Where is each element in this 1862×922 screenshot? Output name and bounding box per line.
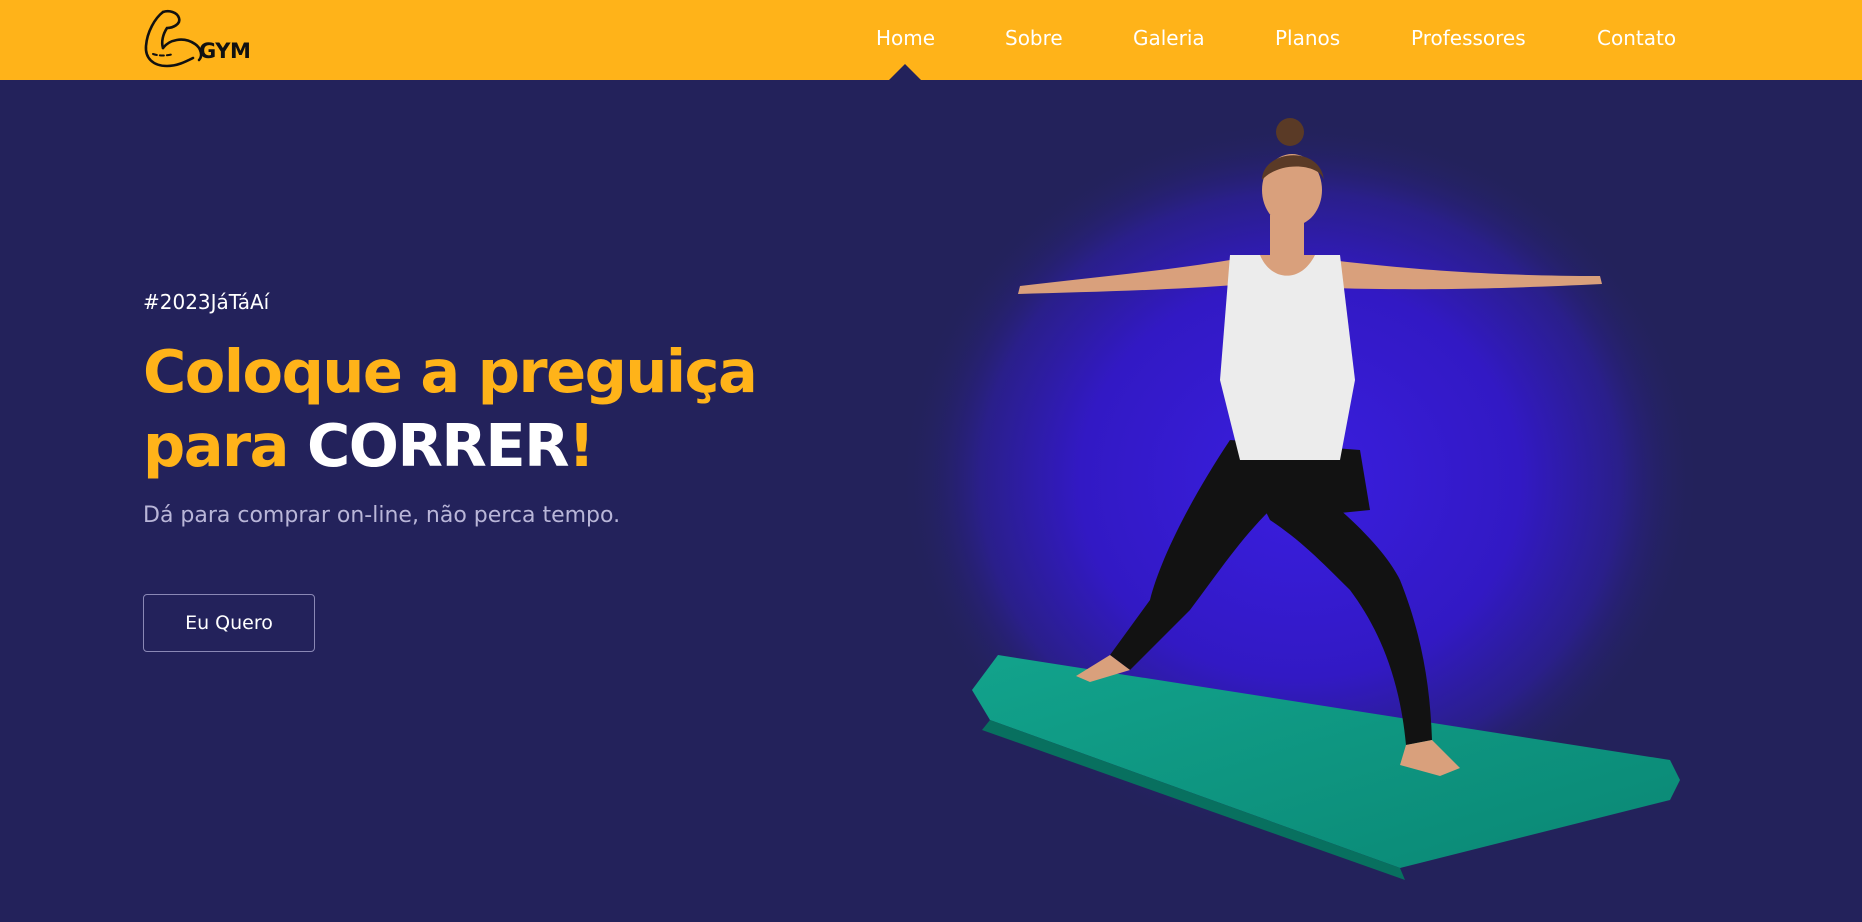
hero-image — [900, 80, 1720, 922]
nav-item-sobre[interactable]: Sobre — [1005, 26, 1063, 50]
nav-item-galeria[interactable]: Galeria — [1133, 26, 1205, 50]
hero-headline: Coloque a preguiça para CORRER! — [143, 335, 758, 483]
nav-item-contato[interactable]: Contato — [1597, 26, 1676, 50]
main-nav: Home Sobre Galeria Planos Professores Co… — [0, 0, 1862, 80]
landing-page: GYM Home Sobre Galeria Planos Professore… — [0, 0, 1862, 922]
nav-item-planos[interactable]: Planos — [1275, 26, 1340, 50]
nav-item-home[interactable]: Home — [876, 26, 935, 50]
hero-hashtag: #2023JáTáAí — [143, 290, 270, 314]
headline-line-2a: para — [143, 411, 307, 480]
headline-line-1: Coloque a preguiça — [143, 337, 758, 406]
woman-yoga-illustration — [900, 118, 1700, 880]
headline-exclamation: ! — [568, 411, 595, 480]
site-header: GYM Home Sobre Galeria Planos Professore… — [0, 0, 1862, 80]
nav-item-professores[interactable]: Professores — [1411, 26, 1526, 50]
eu-quero-button[interactable]: Eu Quero — [143, 594, 315, 652]
headline-highlight: CORRER — [307, 411, 570, 480]
active-nav-indicator — [889, 64, 921, 80]
hero-subtitle: Dá para comprar on-line, não perca tempo… — [143, 503, 621, 528]
